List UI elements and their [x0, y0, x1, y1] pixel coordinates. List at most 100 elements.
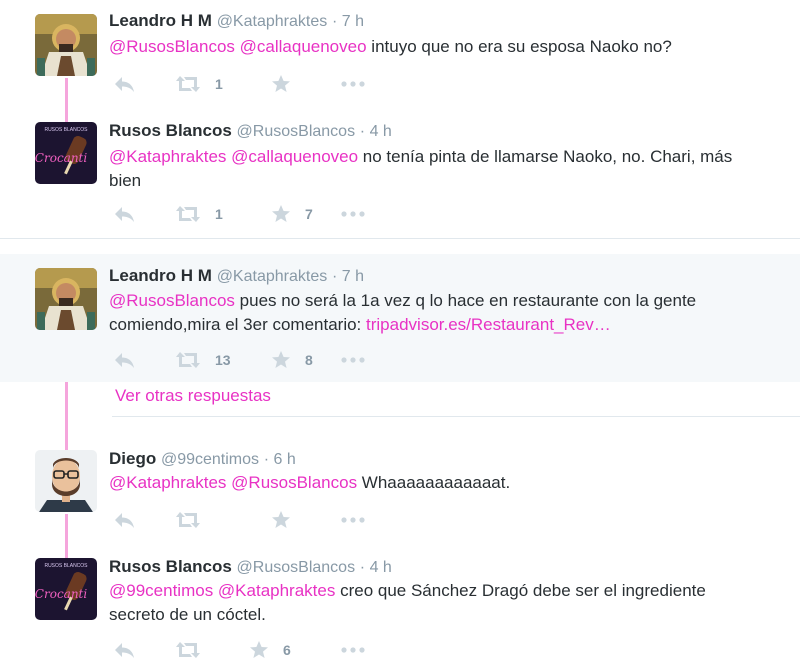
tweet-timestamp[interactable]: · 6 h: [264, 451, 296, 468]
tweet[interactable]: Diego @99centimos · 6 h @Kataphraktes @R…: [0, 440, 800, 540]
crocanti-icecream-avatar-icon: RUSOS BLANCOS Crocanti: [35, 558, 97, 620]
tweet[interactable]: Leandro H M @Kataphraktes · 7 h @RusosBl…: [0, 254, 800, 382]
tweet-mentions[interactable]: @RusosBlancos @callaquenoveo: [109, 37, 367, 56]
tweet-author-name[interactable]: Leandro H M: [109, 11, 212, 30]
more-options-button[interactable]: [341, 72, 365, 96]
avatar[interactable]: [35, 268, 97, 330]
tweet-text: @RusosBlancos pues no será la 1a vez q l…: [109, 289, 760, 337]
tweet-mentions[interactable]: @RusosBlancos: [109, 291, 235, 310]
avatar[interactable]: RUSOS BLANCOS Crocanti: [35, 122, 97, 184]
favorite-button[interactable]: [271, 72, 305, 96]
star-icon: [250, 641, 268, 658]
tweet[interactable]: RUSOS BLANCOS Crocanti Rusos Blancos @Ru…: [0, 556, 800, 658]
reply-button[interactable]: [113, 202, 135, 226]
reply-icon: [115, 77, 134, 92]
tweet-actions: 1: [109, 72, 409, 96]
tweet-timestamp[interactable]: · 4 h: [360, 559, 392, 576]
tweet-username[interactable]: @99centimos: [161, 451, 259, 468]
retweet-count: 1: [215, 206, 223, 222]
star-icon: [272, 351, 290, 368]
more-dots-icon: [341, 517, 365, 523]
retweet-icon: [176, 512, 200, 528]
tweet-author-name[interactable]: Leandro H M: [109, 266, 212, 285]
star-icon: [272, 205, 290, 222]
more-dots-icon: [341, 81, 365, 87]
reply-icon: [115, 643, 134, 658]
reply-button[interactable]: [113, 72, 135, 96]
favorite-count: 7: [305, 206, 313, 222]
tweet-author-name[interactable]: Diego: [109, 449, 156, 468]
more-options-button[interactable]: [341, 202, 365, 226]
tweet-timestamp[interactable]: · 4 h: [360, 123, 392, 140]
more-options-button[interactable]: [341, 348, 365, 372]
mosaic-portrait-avatar-icon: [35, 14, 97, 76]
retweet-icon: [176, 76, 200, 92]
tweet-username[interactable]: @RusosBlancos: [237, 123, 356, 140]
tweet[interactable]: Leandro H M @Kataphraktes · 7 h @RusosBl…: [0, 0, 800, 120]
more-replies-link[interactable]: Ver otras respuestas: [115, 386, 271, 406]
crocanti-icecream-avatar-icon: RUSOS BLANCOS Crocanti: [35, 122, 97, 184]
tweet-mentions[interactable]: @99centimos @Kataphraktes: [109, 581, 335, 600]
retweet-button[interactable]: 1: [175, 72, 223, 96]
favorite-button[interactable]: 6: [249, 638, 291, 662]
favorite-count: 8: [305, 352, 313, 368]
tweet-username[interactable]: @Kataphraktes: [217, 13, 328, 30]
avatar[interactable]: [35, 14, 97, 76]
reply-button[interactable]: [113, 638, 135, 662]
more-options-button[interactable]: [341, 508, 365, 532]
retweet-button[interactable]: [175, 508, 215, 532]
tweet-username[interactable]: @RusosBlancos: [237, 559, 356, 576]
tweet-timestamp[interactable]: · 7 h: [332, 268, 364, 285]
tweet-text-body: intuyo que no era su esposa Naoko no?: [366, 37, 672, 56]
star-icon: [272, 511, 290, 528]
star-icon: [272, 75, 290, 92]
tweet-timestamp[interactable]: · 7 h: [332, 13, 364, 30]
tweet-text: @99centimos @Kataphraktes creo que Sánch…: [109, 579, 760, 627]
reply-icon: [115, 353, 134, 368]
favorite-button[interactable]: [271, 508, 305, 532]
divider: [112, 416, 800, 417]
favorite-button[interactable]: 8: [271, 348, 313, 372]
more-options-button[interactable]: [341, 638, 365, 662]
avatar-logo-text: Crocanti: [35, 151, 87, 165]
retweet-button[interactable]: [175, 638, 215, 662]
tweet-text: @Kataphraktes @RusosBlancos Whaaaaaaaaaa…: [109, 471, 760, 495]
more-dots-icon: [341, 211, 365, 217]
favorite-count: 6: [283, 642, 291, 658]
more-dots-icon: [341, 357, 365, 363]
avatar-logo-text: Crocanti: [35, 587, 87, 601]
retweet-icon: [176, 642, 200, 658]
tweet[interactable]: RUSOS BLANCOS Crocanti Rusos Blancos @Ru…: [0, 120, 800, 238]
reply-icon: [115, 207, 134, 222]
tweet-text-body: Whaaaaaaaaaaaat.: [357, 473, 511, 492]
retweet-icon: [176, 352, 200, 368]
reply-icon: [115, 513, 134, 528]
tweet-text: @RusosBlancos @callaquenoveo intuyo que …: [109, 35, 760, 59]
retweet-count: 13: [215, 352, 231, 368]
reply-button[interactable]: [113, 348, 135, 372]
tweet-mentions[interactable]: @Kataphraktes @RusosBlancos: [109, 473, 357, 492]
retweet-count: 1: [215, 76, 223, 92]
divider: [0, 238, 800, 239]
reply-button[interactable]: [113, 508, 135, 532]
more-dots-icon: [341, 647, 365, 653]
retweet-icon: [176, 206, 200, 222]
tweet-username[interactable]: @Kataphraktes: [217, 268, 328, 285]
tweet-author-name[interactable]: Rusos Blancos: [109, 557, 232, 576]
avatar[interactable]: RUSOS BLANCOS Crocanti: [35, 558, 97, 620]
retweet-button[interactable]: 1: [175, 202, 223, 226]
tweet-actions: 1 7: [109, 202, 409, 226]
tweet-author-name[interactable]: Rusos Blancos: [109, 121, 232, 140]
favorite-button[interactable]: 7: [271, 202, 313, 226]
tweet-actions: 6: [109, 638, 409, 662]
avatar-top-text: RUSOS BLANCOS: [44, 563, 88, 569]
avatar-top-text: RUSOS BLANCOS: [44, 127, 88, 133]
avatar[interactable]: [35, 450, 97, 512]
tweet-text: @Kataphraktes @callaquenoveo no tenía pi…: [109, 145, 760, 193]
tweet-link[interactable]: tripadvisor.es/Restaurant_Rev…: [366, 315, 611, 334]
mosaic-portrait-avatar-icon: [35, 268, 97, 330]
tweet-mentions[interactable]: @Kataphraktes @callaquenoveo: [109, 147, 358, 166]
bearded-man-cartoon-avatar-icon: [35, 450, 97, 512]
retweet-button[interactable]: 13: [175, 348, 231, 372]
tweet-actions: 13 8: [109, 348, 409, 372]
